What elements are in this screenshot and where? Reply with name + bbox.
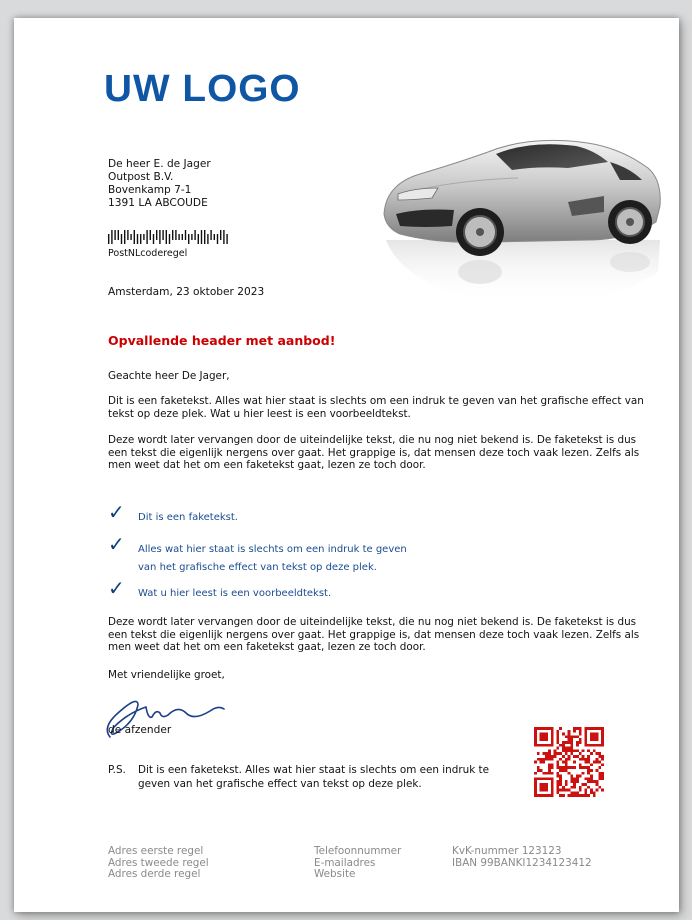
- footer-iban: IBAN 99BANKI1234123412: [452, 856, 592, 869]
- footer-address: Adres eerste regel Adres tweede regel Ad…: [108, 845, 209, 881]
- sender-name: de afzender: [108, 724, 172, 736]
- footer-kvk: KvK-nummer 123123: [452, 845, 562, 857]
- checklist-text: Wat u hier leest is een voorbeeldtekst.: [138, 588, 332, 599]
- recipient-street: Bovenkamp 7-1: [108, 184, 192, 196]
- body-paragraph-2: Deze wordt later vervangen door de uitei…: [108, 434, 640, 472]
- checklist-text: Alles wat hier staat is slechts om een i…: [138, 544, 407, 555]
- company-logo: UW LOGO: [104, 68, 301, 110]
- checklist-text: van het grafische effect van tekst op de…: [138, 562, 377, 573]
- body-paragraph-1: Dit is een faketekst. Alles wat hier sta…: [108, 395, 644, 420]
- body-paragraph-3: Deze wordt later vervangen door de uitei…: [108, 616, 640, 654]
- ps-text: Dit is een faketekst. Alles wat hier sta…: [138, 764, 490, 790]
- recipient-city: 1391 LA ABCOUDE: [108, 197, 208, 209]
- recipient-address: De heer E. de Jager Outpost B.V. Bovenka…: [108, 158, 211, 210]
- barcode-icon: [108, 230, 228, 244]
- footer-contact: Telefoonnummer E-mailadres Website: [314, 845, 402, 881]
- recipient-name: De heer E. de Jager: [108, 158, 211, 170]
- letter-date: Amsterdam, 23 oktober 2023: [108, 286, 265, 298]
- sports-car-image: [383, 139, 661, 304]
- ps-label: P.S.: [108, 764, 126, 776]
- qr-code-icon: [534, 727, 604, 797]
- footer-company: KvK-nummer 123123 IBAN 99BANKI1234123412: [452, 845, 592, 869]
- footer-website: Website: [314, 868, 356, 880]
- closing: Met vriendelijke groet,: [108, 669, 225, 681]
- check-mark-icon: ✓: [108, 576, 125, 600]
- check-mark-icon: ✓: [108, 500, 125, 524]
- footer-address-line: Adres derde regel: [108, 868, 201, 880]
- offer-headline: Opvallende header met aanbod!: [108, 333, 336, 348]
- recipient-company: Outpost B.V.: [108, 171, 174, 183]
- checklist-text: Dit is een faketekst.: [138, 512, 238, 523]
- letter-page: UW LOGO De heer E. de Jager Outpost B.V.…: [14, 18, 679, 912]
- footer-phone: Telefoonnummer: [314, 845, 402, 857]
- check-mark-icon: ✓: [108, 532, 125, 556]
- footer-address-line: Adres eerste regel: [108, 845, 204, 857]
- salutation: Geachte heer De Jager,: [108, 370, 230, 382]
- barcode-label: PostNLcoderegel: [108, 248, 188, 259]
